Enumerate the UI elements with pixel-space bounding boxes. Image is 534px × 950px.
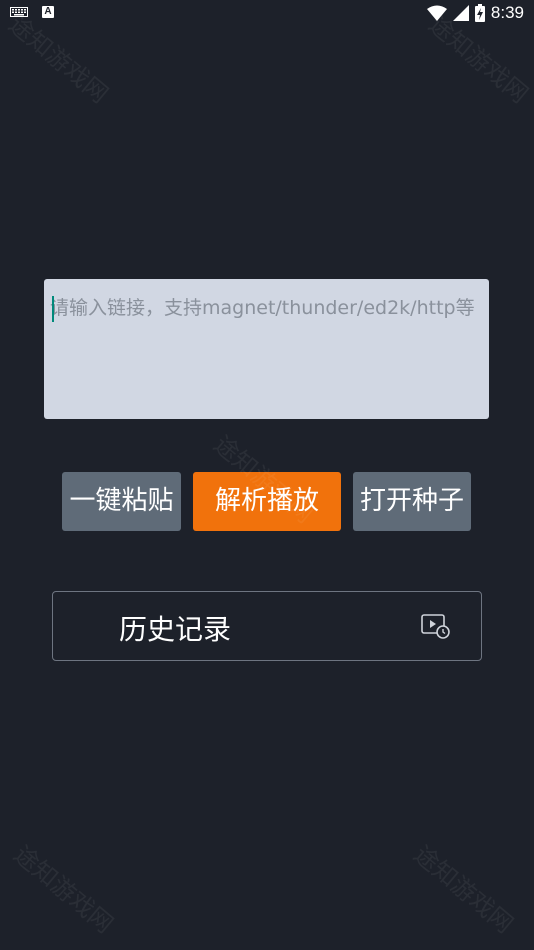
link-input-container[interactable] [44,279,489,419]
status-time: 8:39 [490,3,524,22]
a-notification-icon: A [42,6,54,18]
battery-charging-icon [474,4,485,22]
text-caret [52,296,54,322]
paste-button[interactable]: 一键粘贴 [62,472,181,531]
watermark: 途知游戏网 [408,840,519,939]
open-torrent-button[interactable]: 打开种子 [353,472,471,531]
parse-play-button[interactable]: 解析播放 [193,472,341,531]
signal-icon [452,5,469,21]
status-bar-left: A [10,6,54,18]
status-bar: A 8:39 [0,0,534,28]
keyboard-icon [10,7,28,17]
history-label: 历史记录 [119,613,232,646]
status-bar-right: 8:39 [426,3,524,23]
video-history-icon [421,614,450,639]
watermark: 途知游戏网 [8,840,119,939]
history-button[interactable]: 历史记录 [52,591,482,661]
link-input[interactable] [50,293,486,411]
wifi-icon [426,5,447,21]
